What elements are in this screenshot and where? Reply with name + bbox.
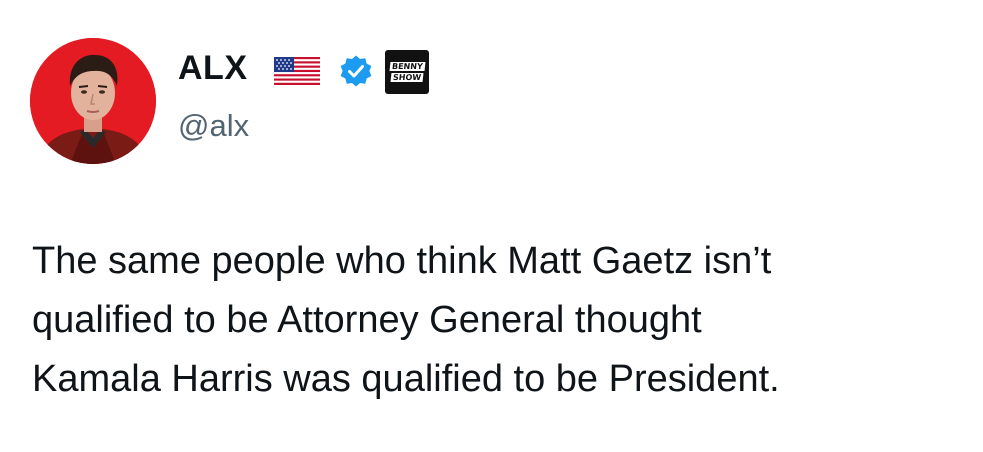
tweet-card: ALX BENNY SHOW @alx The same people who … [0, 0, 983, 452]
tweet-text-line: qualified to be Attorney General thought [32, 299, 702, 341]
display-name[interactable]: ALX [178, 48, 248, 88]
affiliation-badge-line1: BENNY [389, 62, 425, 71]
verified-badge-icon[interactable] [338, 54, 374, 90]
us-flag-icon [274, 57, 320, 85]
tweet-text-line: The same people who think Matt Gaetz isn… [32, 240, 772, 282]
avatar-portrait-image [30, 38, 156, 164]
affiliation-badge-line2: SHOW [390, 73, 424, 82]
user-handle[interactable]: @alx [178, 108, 249, 144]
avatar[interactable] [30, 38, 156, 164]
tweet-text-line: Kamala Harris was qualified to be Presid… [32, 358, 780, 400]
affiliation-badge[interactable]: BENNY SHOW [385, 50, 429, 94]
tweet-text: The same people who think Matt Gaetz isn… [32, 232, 972, 409]
